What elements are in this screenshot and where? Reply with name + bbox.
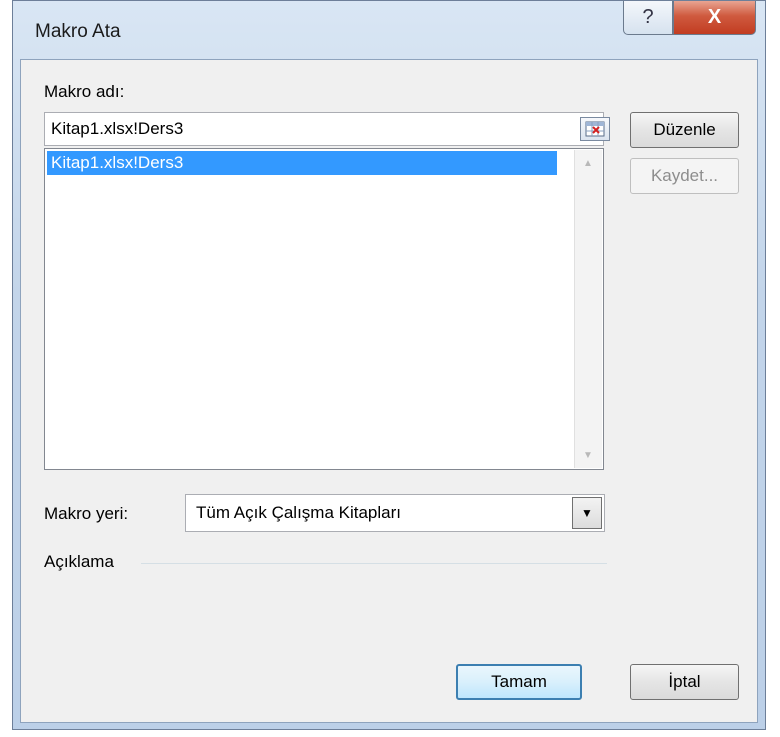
- edit-button[interactable]: Düzenle: [630, 112, 739, 148]
- macro-location-label: Makro yeri:: [44, 504, 129, 523]
- scroll-up-icon[interactable]: ▲: [575, 152, 601, 174]
- collapse-dialog-button[interactable]: [580, 117, 610, 141]
- close-button[interactable]: X: [673, 1, 756, 35]
- chevron-down-icon[interactable]: ▼: [572, 497, 602, 529]
- macro-list[interactable]: Kitap1.xlsx!Ders3 ▲ ▼: [44, 148, 604, 470]
- help-button[interactable]: ?: [623, 1, 673, 35]
- ok-button[interactable]: Tamam: [456, 664, 582, 700]
- macro-assign-dialog: Makro Ata ? X Makro adı: Kitap1.xlsx!Der…: [12, 0, 766, 730]
- macro-name-input[interactable]: Kitap1.xlsx!Ders3: [44, 112, 610, 146]
- macro-name-value: Kitap1.xlsx!Ders3: [51, 119, 184, 138]
- close-icon: X: [707, 6, 722, 28]
- dialog-title: Makro Ata: [35, 21, 121, 42]
- macro-location-select[interactable]: Tüm Açık Çalışma Kitapları ▼: [185, 494, 605, 532]
- macro-name-label: Makro adı:: [44, 82, 125, 101]
- macro-location-value: Tüm Açık Çalışma Kitapları: [196, 503, 402, 522]
- description-label: Açıklama: [44, 552, 114, 571]
- record-button[interactable]: Kaydet...: [630, 158, 739, 194]
- list-item[interactable]: Kitap1.xlsx!Ders3: [47, 151, 557, 175]
- vertical-scrollbar[interactable]: ▲ ▼: [574, 150, 602, 468]
- range-select-icon: [585, 121, 605, 137]
- scroll-down-icon[interactable]: ▼: [575, 444, 601, 466]
- cancel-button[interactable]: İptal: [630, 664, 739, 700]
- dialog-body: Makro adı: Kitap1.xlsx!Ders3 Kitap1.xlsx…: [20, 59, 758, 723]
- help-icon: ?: [642, 6, 654, 28]
- description-divider: [141, 563, 607, 564]
